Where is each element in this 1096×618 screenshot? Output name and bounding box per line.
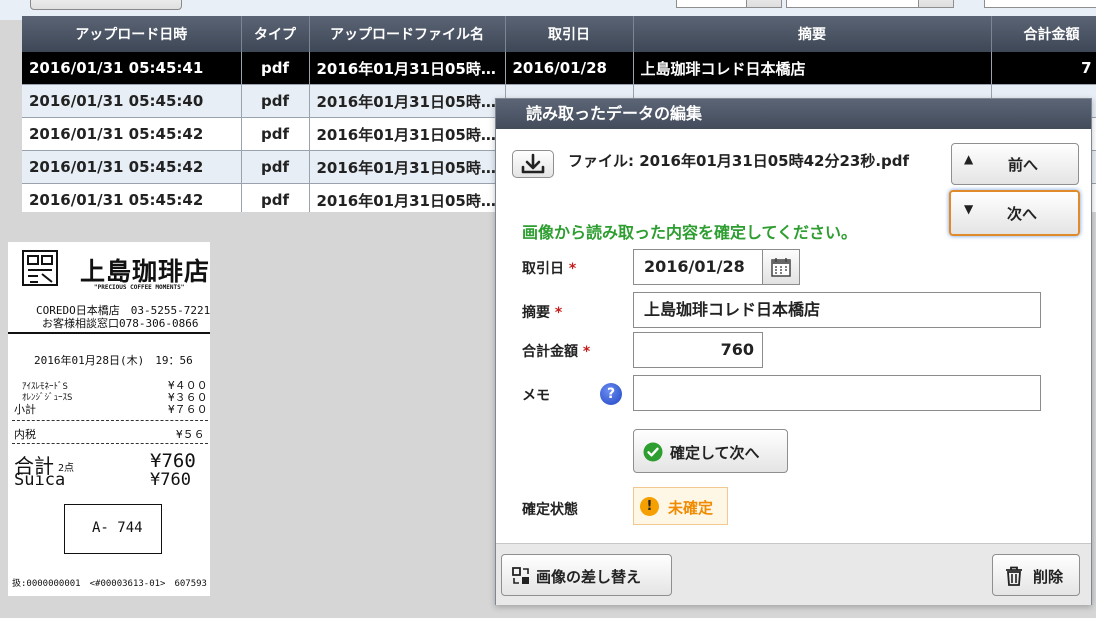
- desc-label: 摘要 *: [522, 302, 562, 322]
- receipt-tagline: "PRECIOUS COFFEE MOMENTS": [94, 284, 185, 291]
- amount-value: 760: [720, 340, 754, 359]
- receipt-payment-label: Suica: [14, 470, 66, 490]
- col-total-amount[interactable]: 合計金額: [991, 16, 1096, 52]
- next-button-label: 次へ: [1007, 205, 1038, 223]
- status-value: 未確定: [668, 499, 714, 517]
- check-circle-icon: [643, 442, 663, 462]
- cell-upload-datetime: 2016/01/31 05:45:40: [22, 84, 242, 118]
- status-badge: ! 未確定: [633, 487, 728, 525]
- download-icon: [521, 153, 545, 174]
- calendar-icon-button-2[interactable]: [918, 0, 954, 8]
- amount-label: 合計金額 *: [522, 341, 590, 361]
- cell-type: pdf: [241, 84, 310, 118]
- filter-field-3[interactable]: [984, 0, 1096, 8]
- required-mark: *: [582, 344, 591, 360]
- shop-logo-mark-icon: [22, 250, 58, 286]
- cell-description: 上島珈琲コレド日本橋店: [633, 52, 992, 85]
- col-transaction-date[interactable]: 取引日: [505, 16, 634, 52]
- cell-upload-datetime: 2016/01/31 05:45:41: [22, 52, 242, 85]
- cell-filename: 2016年01月31日05時…: [309, 52, 506, 85]
- receipt-tax-label: 内税: [14, 428, 36, 441]
- date-field[interactable]: 2016/01/28: [633, 249, 763, 285]
- warning-icon: !: [640, 497, 659, 516]
- amount-field[interactable]: 760: [633, 332, 763, 368]
- dialog-title-bar[interactable]: 読み取ったデータの編集: [496, 99, 1091, 129]
- receipt-total-value: ¥760: [150, 450, 196, 472]
- required-mark: *: [568, 261, 577, 277]
- receipt-payment-value: ¥760: [150, 470, 191, 490]
- cell-transaction-date: 2016/01/28: [505, 52, 634, 85]
- calendar-icon: [771, 258, 791, 277]
- cell-type: pdf: [241, 150, 310, 184]
- col-upload-filename[interactable]: アップロードファイル名: [309, 16, 506, 52]
- receipt-footer-line: 扱:0000000001 <#00003613-01> 607593: [12, 579, 207, 589]
- date-label: 取引日 *: [522, 258, 576, 278]
- cell-type: pdf: [241, 117, 310, 151]
- receipt-contact-line: お客様相談窓口078-306-0866: [42, 317, 199, 330]
- chevron-up-icon: ▲: [964, 152, 974, 166]
- status-label: 確定状態: [522, 502, 578, 518]
- calendar-button[interactable]: [763, 249, 800, 285]
- receipt-image: 上島珈琲店 "PRECIOUS COFFEE MOMENTS" COREDO日本…: [8, 242, 210, 596]
- receipt-divider: [12, 443, 208, 444]
- receipt-subtotal-value: ¥７６０: [168, 403, 208, 416]
- filter-field-2[interactable]: [786, 0, 920, 8]
- cell-filename: 2016年01月31日05時…: [309, 84, 506, 118]
- date-value: 2016/01/28: [644, 257, 745, 276]
- required-mark: *: [554, 305, 563, 321]
- col-upload-datetime[interactable]: アップロード日時: [22, 16, 242, 52]
- file-name-label: ファイル: 2016年01月31日05時42分23秒.pdf: [568, 152, 910, 170]
- receipt-subtotal-label: 小計: [14, 403, 36, 416]
- replace-image-icon: [512, 567, 529, 584]
- date-label-text: 取引日: [522, 261, 564, 277]
- cell-filename: 2016年01月31日05時…: [309, 117, 506, 151]
- dialog-title: 読み取ったデータの編集: [526, 104, 703, 123]
- help-icon[interactable]: ?: [600, 383, 622, 405]
- description-field[interactable]: 上島珈琲コレド日本橋店: [633, 292, 1041, 328]
- receipt-date-line: 2016年01月28日(木) 19：56: [34, 354, 193, 367]
- trash-icon: [1006, 566, 1022, 586]
- col-type[interactable]: タイプ: [241, 16, 310, 52]
- receipt-divider: [12, 420, 208, 421]
- confirm-next-button[interactable]: 確定して次へ: [633, 429, 788, 473]
- receipt-divider: [8, 332, 210, 334]
- cell-total-amount: 7: [991, 52, 1096, 85]
- cell-upload-datetime: 2016/01/31 05:45:42: [22, 183, 242, 212]
- table-row[interactable]: 2016/01/31 05:45:41 pdf 2016年01月31日05時… …: [22, 52, 1096, 85]
- instruction-text: 画像から読み取った内容を確定してください。: [522, 223, 858, 242]
- confirm-next-label: 確定して次へ: [670, 444, 760, 462]
- next-button[interactable]: ▼ 次へ: [949, 190, 1080, 236]
- cell-type: pdf: [241, 183, 310, 212]
- chevron-down-icon: ▼: [964, 202, 974, 216]
- calendar-icon-button-1[interactable]: [746, 0, 782, 8]
- edit-dialog: 読み取ったデータの編集 ファイル: 2016年01月31日05時42分23秒.p…: [495, 98, 1092, 605]
- cell-upload-datetime: 2016/01/31 05:45:42: [22, 117, 242, 151]
- col-description[interactable]: 摘要: [633, 16, 992, 52]
- cell-filename: 2016年01月31日05時…: [309, 150, 506, 184]
- replace-image-label: 画像の差し替え: [536, 568, 642, 586]
- shop-logo-text: 上島珈琲店: [80, 257, 211, 286]
- memo-field[interactable]: [633, 375, 1041, 411]
- desc-label-text: 摘要: [522, 305, 550, 321]
- description-value: 上島珈琲コレド日本橋店: [644, 300, 821, 319]
- download-button[interactable]: [512, 150, 554, 178]
- cell-filename: 2016年01月31日05時…: [309, 183, 506, 212]
- amount-label-text: 合計金額: [522, 344, 578, 360]
- delete-button[interactable]: 削除: [992, 554, 1080, 596]
- prev-button[interactable]: ▲ 前へ: [951, 143, 1079, 185]
- replace-image-button[interactable]: 画像の差し替え: [501, 554, 672, 596]
- filter-field-1[interactable]: [676, 0, 748, 8]
- delete-label: 削除: [1033, 568, 1064, 586]
- receipt-box-code: A- 744: [92, 520, 143, 536]
- cell-type: pdf: [241, 52, 310, 85]
- dialog-footer: 画像の差し替え 削除: [496, 543, 1091, 605]
- receipt-tax-value: ¥５６: [176, 428, 205, 441]
- toolbar-button[interactable]: [30, 0, 182, 10]
- cell-upload-datetime: 2016/01/31 05:45:42: [22, 150, 242, 184]
- memo-label: メモ: [522, 388, 550, 404]
- prev-button-label: 前へ: [1008, 156, 1039, 174]
